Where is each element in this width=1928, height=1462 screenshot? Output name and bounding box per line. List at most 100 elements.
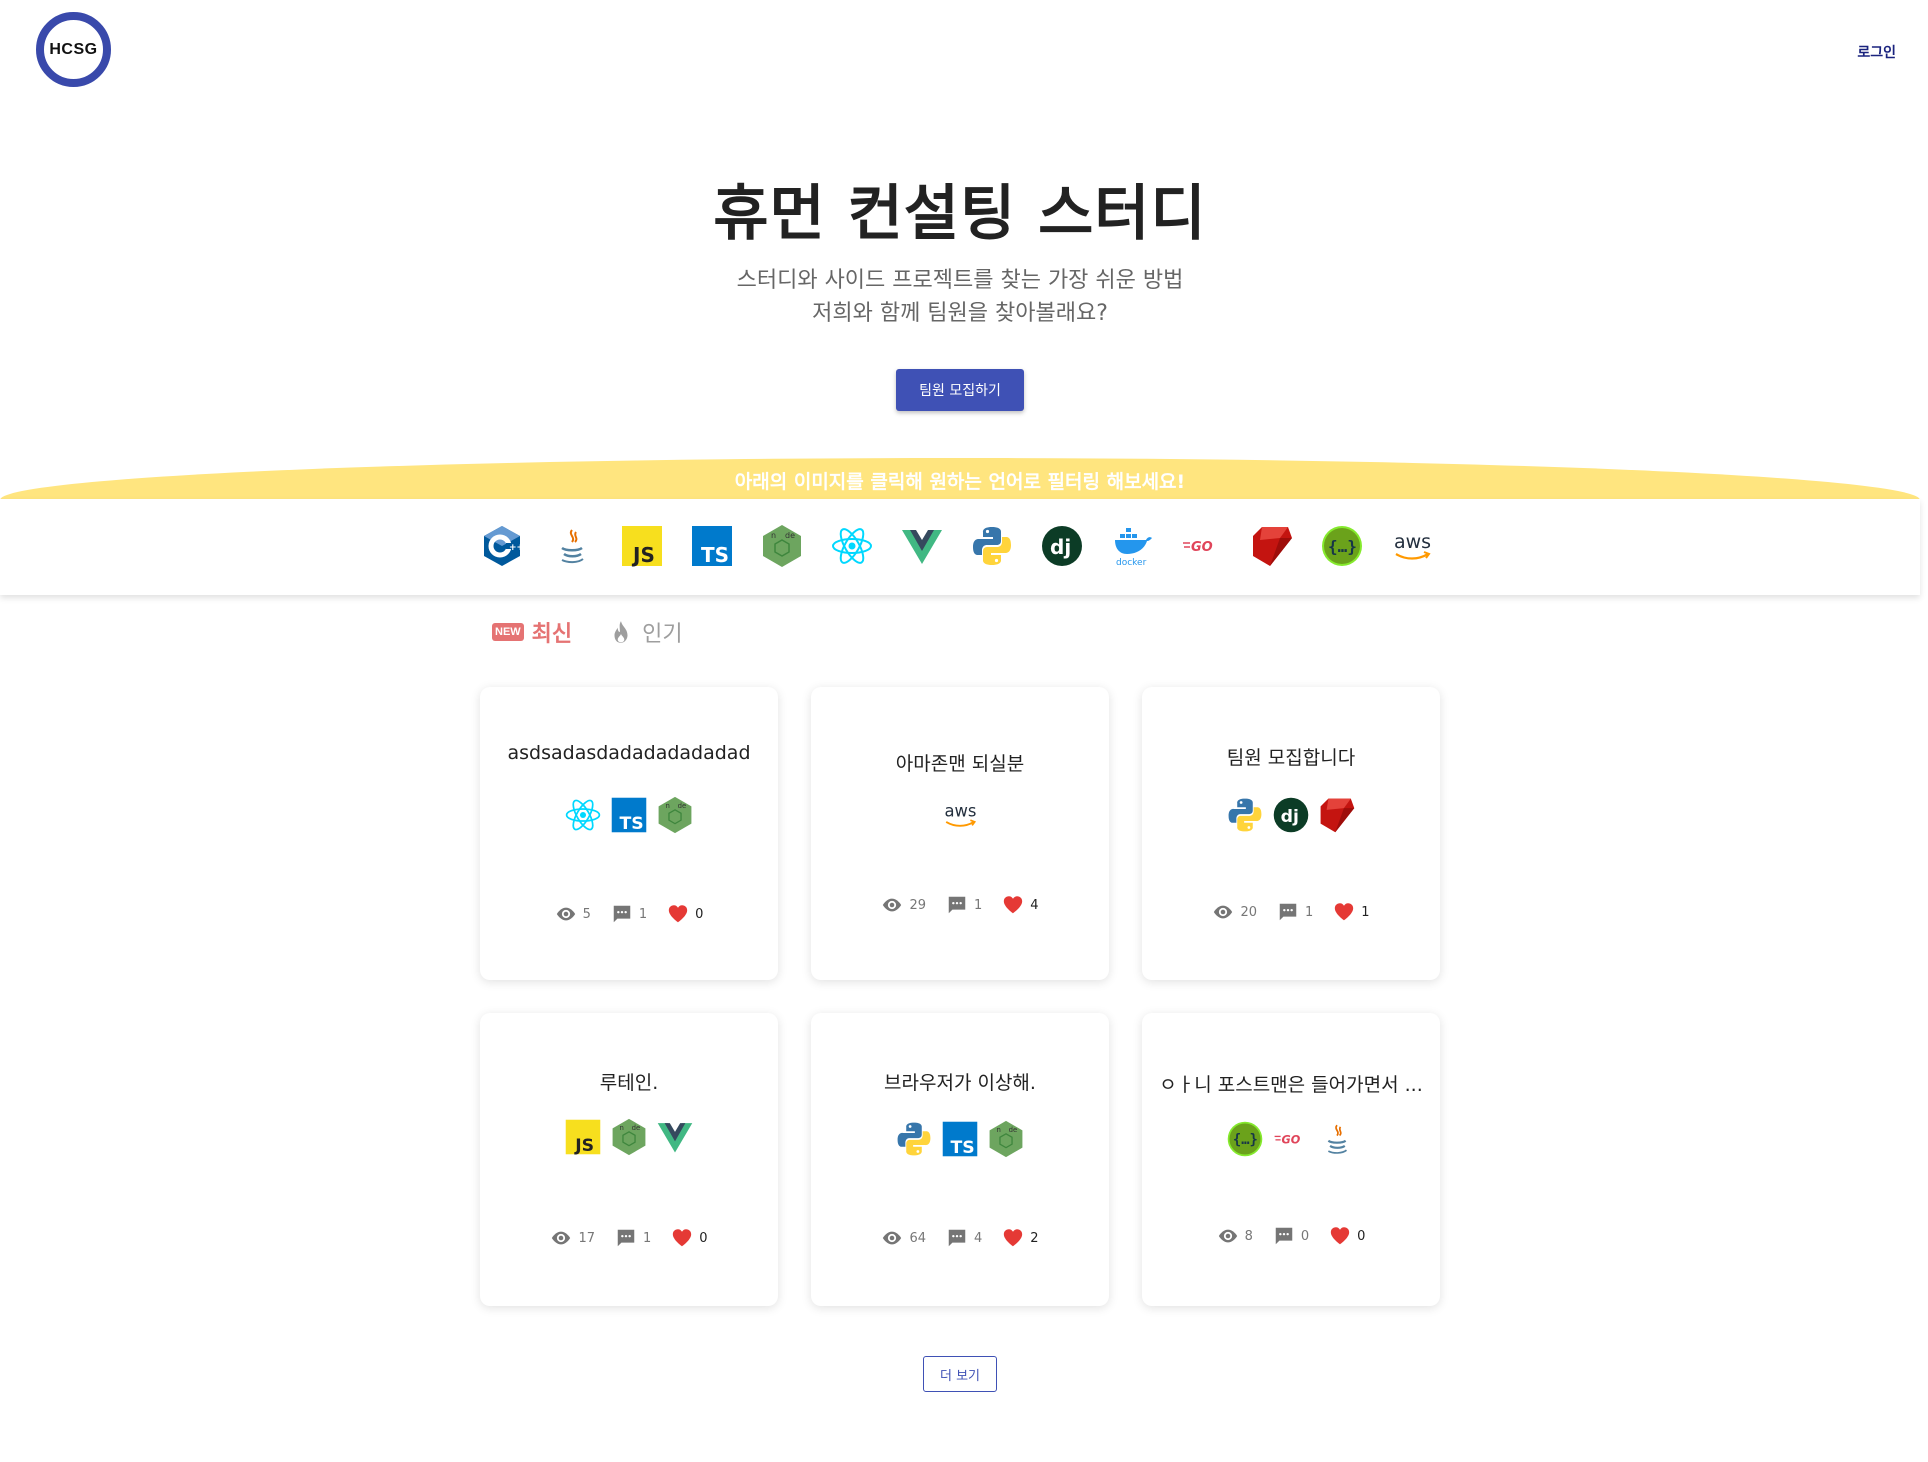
filter-react-icon[interactable] — [830, 522, 874, 570]
view-count: 29 — [909, 897, 926, 913]
post-title: 아마존맨 되실분 — [895, 753, 1025, 775]
post-title: ㅇㅏ니 포스트맨은 들어가면서 ... — [1159, 1074, 1423, 1096]
new-badge-icon: NEW — [492, 623, 524, 641]
post-card[interactable]: 팀원 모집합니다 20 1 1 — [1142, 687, 1440, 980]
post-title: asdsadasdadadadadadad — [507, 742, 751, 764]
go-icon — [1272, 1120, 1310, 1158]
post-card[interactable]: 브라우저가 이상해. 64 4 2 — [811, 1013, 1109, 1306]
view-count: 8 — [1244, 1228, 1253, 1244]
post-stats: 64 4 2 — [811, 1227, 1109, 1249]
comment-icon — [611, 903, 633, 925]
post-stack-icons — [1142, 1120, 1440, 1158]
hcsg-logo[interactable]: HCSG — [36, 12, 111, 87]
page: HCSG 로그인 휴먼 컨설팅 스터디 스터디와 사이드 프로젝트를 찾는 가장… — [0, 0, 1928, 1462]
python-icon — [1226, 796, 1264, 834]
post-stats: 8 0 0 — [1142, 1225, 1440, 1247]
heart-icon — [1333, 901, 1355, 923]
post-stats: 20 1 1 — [1142, 901, 1440, 923]
java-icon — [1318, 1120, 1356, 1158]
filter-typescript-icon[interactable] — [690, 522, 734, 570]
like-count: 0 — [699, 1230, 708, 1246]
fire-icon — [608, 617, 634, 647]
filter-banner-text: 아래의 이미지를 클릭해 원하는 언어로 필터링 해보세요! — [734, 471, 1186, 493]
comment-icon — [1277, 901, 1299, 923]
logo-text: HCSG — [49, 40, 98, 58]
aws-icon — [941, 796, 979, 834]
filter-vue-icon[interactable] — [900, 522, 944, 570]
comment-icon — [1273, 1225, 1295, 1247]
react-icon — [564, 796, 602, 834]
post-stats: 5 1 0 — [480, 903, 778, 925]
comment-icon — [946, 1227, 968, 1249]
ruby-icon — [1318, 796, 1356, 834]
swagger-icon — [1226, 1120, 1264, 1158]
filter-docker-icon[interactable] — [1110, 522, 1154, 570]
heart-icon — [671, 1227, 693, 1249]
django-icon — [1272, 796, 1310, 834]
typescript-icon — [610, 796, 648, 834]
view-count: 20 — [1240, 904, 1257, 920]
post-card[interactable]: 아마존맨 되실분 29 1 4 — [811, 687, 1109, 980]
view-count: 17 — [578, 1230, 595, 1246]
filter-nodejs-icon[interactable] — [760, 522, 804, 570]
filter-python-icon[interactable] — [970, 522, 1014, 570]
comment-count: 4 — [973, 1230, 983, 1246]
filter-aws-icon[interactable] — [1390, 522, 1434, 570]
eye-icon — [1212, 901, 1234, 923]
heart-icon — [1329, 1225, 1351, 1247]
load-more-button[interactable]: 더 보기 — [923, 1356, 997, 1392]
heart-icon — [1002, 1227, 1024, 1249]
vue-icon — [656, 1118, 694, 1156]
like-count: 2 — [1030, 1230, 1039, 1246]
comment-count: 0 — [1300, 1228, 1310, 1244]
post-card[interactable]: asdsadasdadadadadadad 5 1 0 — [480, 687, 778, 980]
tab-popular[interactable]: 인기 — [608, 616, 683, 648]
hero-title: 휴먼 컨설팅 스터디 — [713, 179, 1207, 249]
view-count: 64 — [909, 1230, 926, 1246]
eye-icon — [555, 903, 577, 925]
heart-icon — [1002, 894, 1024, 916]
post-stack-icons — [1142, 796, 1440, 834]
eye-icon — [881, 894, 903, 916]
filter-javascript-icon[interactable] — [620, 522, 664, 570]
filter-swagger-icon[interactable] — [1320, 522, 1364, 570]
comment-count: 1 — [642, 1230, 652, 1246]
post-stack-icons — [480, 1118, 778, 1156]
post-card[interactable]: 루테인. 17 1 0 — [480, 1013, 778, 1306]
comment-count: 1 — [973, 897, 983, 913]
filter-cpp-icon[interactable] — [480, 522, 524, 570]
hero-subtitle-line1: 스터디와 사이드 프로젝트를 찾는 가장 쉬운 방법 — [736, 268, 1184, 293]
comment-count: 1 — [1304, 904, 1314, 920]
filter-go-icon[interactable] — [1180, 522, 1224, 570]
comment-icon — [615, 1227, 637, 1249]
tab-latest[interactable]: NEW 최신 — [492, 616, 572, 648]
comment-count: 1 — [638, 906, 648, 922]
like-count: 4 — [1030, 897, 1039, 913]
hero-subtitle-line2: 저희와 함께 팀원을 찾아볼래요? — [812, 301, 1108, 326]
filter-java-icon[interactable] — [550, 522, 594, 570]
post-stack-icons — [811, 796, 1109, 834]
like-count: 0 — [695, 906, 704, 922]
post-stack-icons — [811, 1120, 1109, 1158]
filter-ruby-icon[interactable] — [1250, 522, 1294, 570]
heart-icon — [667, 903, 689, 925]
nodejs-icon — [656, 796, 694, 834]
eye-icon — [1217, 1225, 1239, 1247]
login-link[interactable]: 로그인 — [1857, 42, 1896, 62]
nodejs-icon — [610, 1118, 648, 1156]
post-stats: 29 1 4 — [811, 894, 1109, 916]
eye-icon — [550, 1227, 572, 1249]
post-card[interactable]: ㅇㅏ니 포스트맨은 들어가면서 ... 8 0 0 — [1142, 1013, 1440, 1306]
post-stack-icons — [480, 796, 778, 834]
sort-tabs: NEW 최신 인기 — [492, 616, 683, 648]
javascript-icon — [564, 1118, 602, 1156]
recruit-button[interactable]: 팀원 모집하기 — [896, 369, 1024, 411]
comment-icon — [946, 894, 968, 916]
post-title: 루테인. — [599, 1072, 659, 1094]
hero-subtitle: 스터디와 사이드 프로젝트를 찾는 가장 쉬운 방법 저희와 함께 팀원을 찾아… — [0, 264, 1920, 330]
view-count: 5 — [582, 906, 591, 922]
tab-latest-label: 최신 — [531, 622, 573, 647]
eye-icon — [881, 1227, 903, 1249]
typescript-icon — [941, 1120, 979, 1158]
filter-django-icon[interactable] — [1040, 522, 1084, 570]
